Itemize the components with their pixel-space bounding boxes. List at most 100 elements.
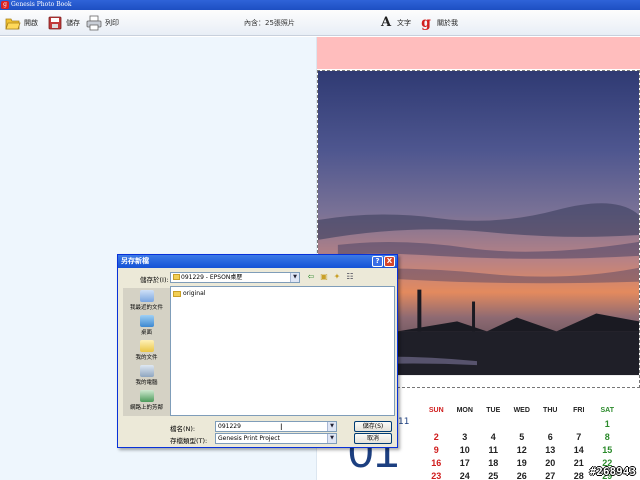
dialog-nav-toolbar: ⇦ ▣ ✦ ☷: [306, 272, 355, 282]
calendar-day: 7: [576, 431, 582, 442]
filename-input[interactable]: 091229 ▼: [215, 421, 337, 432]
places-bar: 我最近的文件 桌面 我的文件 我的電腦 網路上的芳鄰: [123, 288, 170, 416]
weekday-header-row: SUN MON TUE WED THU FRI SAT: [422, 404, 636, 417]
calendar-day: 5: [519, 431, 525, 442]
calendar-day: 13: [545, 444, 556, 455]
file-list[interactable]: original: [170, 286, 395, 416]
folder-icon: [173, 274, 180, 280]
place-label: 桌面: [140, 330, 152, 336]
file-name: original: [183, 290, 206, 297]
lookin-label: 儲存於(I):: [140, 276, 169, 284]
calendar-day: 25: [488, 470, 499, 480]
filetype-value: Genesis Print Project: [218, 435, 280, 442]
dialog-title: 另存新檔: [121, 257, 149, 265]
calendar-day: 4: [490, 431, 496, 442]
calendar-day: 27: [545, 470, 556, 480]
weekday-label: WED: [513, 407, 530, 414]
calendar-day: 6: [547, 431, 553, 442]
calendar-day: 24: [459, 470, 470, 480]
about-g-logo-icon: g: [421, 15, 431, 31]
main-toolbar: 開啟 儲存 列印 內含：25張照片 A 文字 g 關於我: [0, 10, 640, 36]
weekday-label: SUN: [428, 407, 444, 414]
calendar-week-row: 2 3 4 5 6 7 8: [422, 430, 636, 443]
up-folder-icon[interactable]: ▣: [319, 272, 329, 282]
chevron-down-icon[interactable]: ▼: [327, 434, 336, 443]
text-a-icon: A: [380, 15, 392, 30]
window-title: Genesis Photo Book: [11, 1, 72, 8]
calendar-day: 9: [433, 444, 439, 455]
text-cursor-icon: I: [280, 423, 283, 433]
place-label: 我的文件: [135, 355, 158, 361]
calendar-week-row: 1: [422, 417, 636, 430]
calendar-day: 19: [516, 457, 527, 468]
print-button[interactable]: 列印: [86, 14, 119, 32]
my-computer-icon: [139, 365, 154, 377]
place-network[interactable]: 網路上的芳鄰: [123, 388, 170, 413]
content-info: 內含：25張照片: [244, 19, 295, 27]
calendar-day: 8: [604, 431, 610, 442]
network-places-icon: [139, 390, 154, 402]
app-logo-icon: g: [1, 1, 9, 9]
chevron-down-icon[interactable]: ▼: [327, 422, 336, 431]
calendar-day: 20: [545, 457, 556, 468]
dialog-cancel-button[interactable]: 取消: [354, 433, 392, 444]
place-my-documents[interactable]: 我的文件: [123, 338, 170, 363]
open-label: 開啟: [24, 19, 38, 27]
weekday-label: FRI: [573, 407, 585, 414]
save-as-dialog: 另存新檔 ? X 儲存於(I): 091229 - EPSON桌歷 ▼ ⇦ ▣ …: [117, 254, 398, 448]
calendar-day: 14: [573, 444, 584, 455]
list-item[interactable]: original: [173, 290, 205, 297]
weekday-label: THU: [543, 407, 558, 414]
save-label: 儲存: [66, 19, 80, 27]
recent-documents-icon: [139, 290, 154, 302]
weekday-label: TUE: [486, 407, 501, 414]
desktop-icon: [139, 315, 154, 327]
window-titlebar: g Genesis Photo Book: [0, 0, 640, 10]
open-button[interactable]: 開啟: [5, 14, 38, 32]
about-label: 關於我: [437, 19, 458, 27]
save-button[interactable]: 儲存: [47, 14, 80, 32]
new-folder-icon[interactable]: ✦: [332, 272, 342, 282]
calendar-day: 3: [462, 431, 468, 442]
header-strip: [317, 37, 640, 69]
place-desktop[interactable]: 桌面: [123, 313, 170, 338]
watermark-id: #268943: [589, 465, 636, 478]
calendar-day: 1: [604, 418, 610, 429]
back-arrow-icon[interactable]: ⇦: [306, 272, 316, 282]
save-disk-icon: [47, 15, 63, 31]
my-documents-icon: [139, 340, 154, 352]
lookin-dropdown[interactable]: 091229 - EPSON桌歷 ▼: [170, 272, 300, 283]
dialog-titlebar[interactable]: 另存新檔 ? X: [118, 255, 397, 268]
calendar-day: 11: [488, 444, 498, 455]
printer-icon: [86, 15, 102, 31]
filetype-label: 存檔類型(T):: [170, 437, 208, 445]
view-menu-icon[interactable]: ☷: [345, 272, 355, 282]
place-label: 網路上的芳鄰: [129, 405, 163, 411]
weekday-label: SAT: [600, 407, 614, 414]
place-recent-documents[interactable]: 我最近的文件: [123, 288, 170, 313]
text-button[interactable]: A 文字: [378, 14, 411, 32]
close-button[interactable]: X: [384, 256, 395, 267]
calendar-day: 18: [488, 457, 499, 468]
print-label: 列印: [105, 19, 119, 27]
folder-icon: [173, 290, 181, 297]
chevron-down-icon[interactable]: ▼: [290, 273, 299, 282]
filename-label: 檔名(N):: [170, 425, 196, 433]
about-button[interactable]: g 關於我: [418, 14, 458, 32]
help-button[interactable]: ?: [372, 256, 383, 267]
filetype-dropdown[interactable]: Genesis Print Project ▼: [215, 433, 337, 444]
calendar-year-fragment: 11: [398, 417, 410, 427]
place-label: 我最近的文件: [129, 305, 163, 311]
filename-value: 091229: [218, 423, 241, 430]
lookin-value: 091229 - EPSON桌歷: [181, 274, 243, 281]
place-my-computer[interactable]: 我的電腦: [123, 363, 170, 388]
dialog-save-button[interactable]: 儲存(S): [354, 421, 392, 432]
open-folder-icon: [5, 15, 21, 31]
text-label: 文字: [397, 19, 411, 27]
place-label: 我的電腦: [135, 380, 158, 386]
calendar-day: 2: [433, 431, 439, 442]
calendar-day: 16: [431, 457, 442, 468]
calendar-day: 23: [431, 470, 442, 480]
calendar-day: 10: [459, 444, 470, 455]
calendar-day: 17: [459, 457, 470, 468]
